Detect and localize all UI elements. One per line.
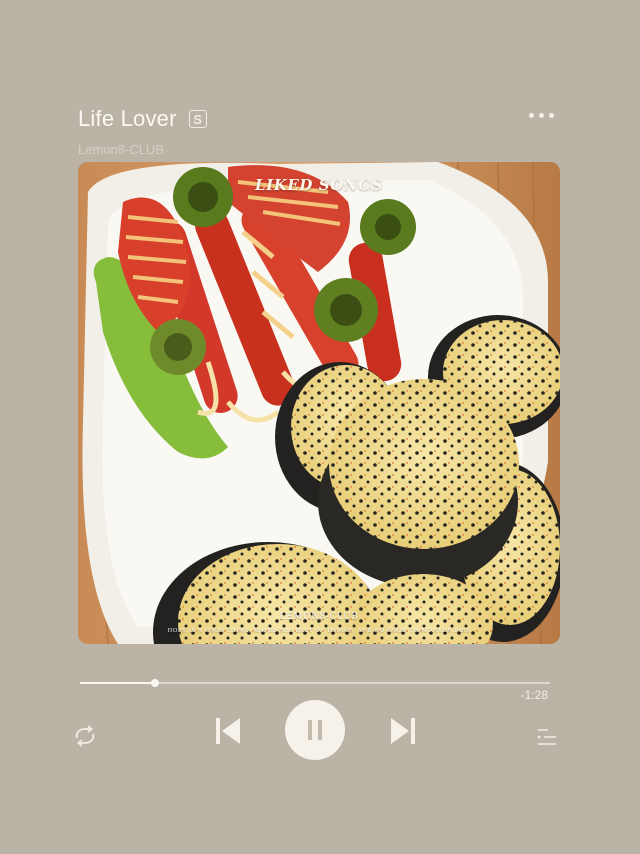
skip-next-icon xyxy=(391,718,415,744)
pause-icon xyxy=(308,720,322,740)
s-badge-icon[interactable]: S xyxy=(188,110,207,128)
artwork-watermark-slogan: HOPE IS A GOOD THING, MAYBE THE BEST OF … xyxy=(167,628,471,634)
progress-knob[interactable] xyxy=(151,679,160,687)
album-artwork: LIKED SONGS LEMON8-CLUB HOPE IS A GOOD T… xyxy=(78,162,560,644)
pause-button[interactable] xyxy=(285,700,345,760)
skip-previous-icon xyxy=(216,718,240,744)
artwork-watermark-brand: LEMON8-CLUB xyxy=(279,612,359,622)
song-header: Life Lover S xyxy=(78,106,207,132)
progress-bar[interactable] xyxy=(80,679,550,687)
more-dot-icon xyxy=(549,113,554,118)
more-dot-icon xyxy=(529,113,534,118)
more-options-button[interactable] xyxy=(526,108,558,124)
artwork-banner: LIKED SONGS xyxy=(254,176,384,194)
time-remaining: -1:28 xyxy=(520,688,548,702)
next-button[interactable] xyxy=(389,716,417,746)
artist-name[interactable]: Lemon8-CLUB xyxy=(78,142,164,157)
more-dot-icon xyxy=(539,113,544,118)
repeat-button[interactable] xyxy=(72,725,98,747)
song-title: Life Lover xyxy=(78,106,177,131)
queue-button[interactable] xyxy=(536,727,558,747)
progress-fill xyxy=(80,682,156,684)
repeat-icon xyxy=(75,725,95,747)
queue-list-icon xyxy=(537,729,556,745)
food-photo xyxy=(78,162,560,644)
previous-button[interactable] xyxy=(214,716,242,746)
